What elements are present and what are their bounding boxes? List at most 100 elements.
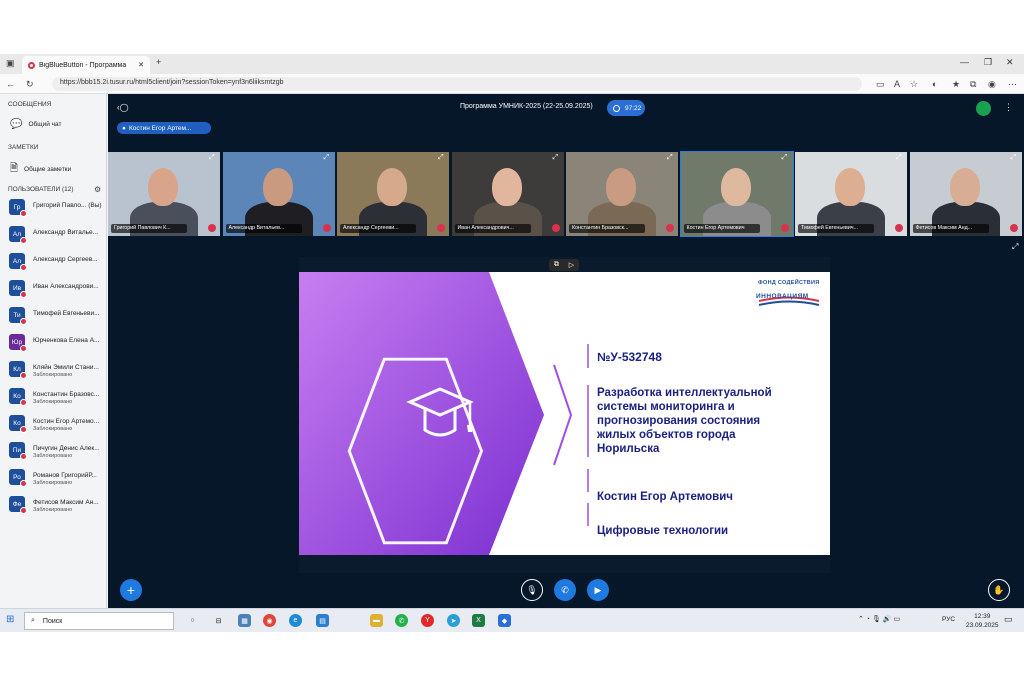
connection-status-icon[interactable] [976,101,991,116]
expand-video-icon[interactable]: ⤢ [896,154,904,162]
toggle-users-list-icon[interactable]: ‹◯ [117,103,129,112]
leave-audio-button[interactable]: ✆ [554,579,576,601]
shared-notes-item[interactable]: 🗎 Общие заметки [10,161,71,178]
excel-icon[interactable]: X [472,614,485,627]
muted-mic-icon [20,453,27,460]
browser-menu-icon[interactable]: ⋯ [1008,79,1017,90]
favorites-icon[interactable]: ★ [952,79,960,90]
refresh-icon[interactable]: ↻ [26,79,34,90]
expand-video-icon[interactable]: ⤢ [324,154,332,162]
user-name: Фетисов Максим Ан... [33,499,99,506]
browser-tab-active[interactable]: BigBlueButton - Программа ✕ [22,56,150,74]
video-tile[interactable]: ⤢ Константин Бразовск... [566,152,678,236]
app-icon[interactable]: ◆ [498,614,511,627]
muted-mic-icon [20,345,27,352]
notifications-icon[interactable]: ▭ [1004,614,1013,625]
widgets-icon[interactable]: ⊟ [212,614,225,627]
expand-video-icon[interactable]: ⤢ [438,154,446,162]
calculator-icon[interactable]: ▦ [238,614,251,627]
user-status: Заблокировано [33,480,73,486]
video-tile[interactable]: ⤢ Фетисов Максим Анд... [909,152,1022,236]
user-list-item[interactable]: Фе Фетисов Максим Ан... Заблокировано [9,494,105,516]
user-list-item[interactable]: Ал Александр Сергеев... [9,251,105,273]
unmute-button[interactable]: 🎙 [521,579,543,601]
user-name: Кляйн Эмили Стани... [33,364,99,371]
user-name: Григорий Павло... (Вы) [33,202,102,209]
meeting-timer[interactable]: 97:22 [607,100,645,116]
sidebar: СООБЩЕНИЯ 💬 Общий чат ЗАМЕТКИ 🗎 Общие за… [0,94,107,608]
slide-project-number: №У-532748 [597,350,662,364]
user-list-item[interactable]: Ко Костин Егор Артемо... Заблокировано [9,413,105,435]
expand-video-icon[interactable]: ⤢ [667,154,675,162]
maximize-icon[interactable]: ❐ [984,57,992,68]
options-menu-icon[interactable]: ⋮ [1004,102,1013,113]
windows-start-icon[interactable]: ⊞ [6,614,14,625]
actions-plus-button[interactable]: + [120,579,142,601]
user-list-item[interactable]: Юр Юрченкова Елена А... [9,332,105,354]
share-webcam-button[interactable]: ▶ [587,579,609,601]
fund-logo-line2: ИННОВАЦИЯМ [756,293,809,300]
muted-mic-icon [437,224,445,232]
taskbar-search[interactable]: ⌕ Поиск [24,612,174,630]
taskbar-clock[interactable]: 12:39 23.09.2025 [966,612,999,630]
new-tab-icon[interactable]: + [156,57,161,67]
user-list-item[interactable]: Гр Григорий Павло... (Вы) [9,197,105,219]
profile-icon[interactable]: ◉ [988,79,996,90]
presentation-toolbar[interactable]: ⧉ ▷ [549,259,579,271]
video-tile[interactable]: ⤢ Тимофей Евгеньевич... [795,152,907,236]
video-tile[interactable]: ⤢ Александр Витальев... [222,152,335,236]
expand-video-icon[interactable]: ⤢ [1011,154,1019,162]
sidebar-toggle-icon[interactable]: ▣ [6,58,15,69]
snapshot-icon[interactable]: ▷ [569,261,574,269]
user-status: Заблокировано [33,399,73,405]
user-list-item[interactable]: Ко Константин Бразовс... Заблокировано [9,386,105,408]
fullscreen-icon[interactable]: ⤢ [1012,242,1018,252]
user-list-item[interactable]: Ти Тимофей Евгеньеви... [9,305,105,327]
raise-hand-button[interactable]: ✋ [988,579,1010,601]
public-chat-item[interactable]: 💬 Общий чат [10,119,61,130]
collections-icon[interactable]: ⧉ [970,79,976,90]
user-list-item[interactable]: Ро Романов ГригорийР... Заблокировано [9,467,105,489]
user-list-item[interactable]: Кл Кляйн Эмили Стани... Заблокировано [9,359,105,381]
expand-video-icon[interactable]: ⤢ [553,154,561,162]
notes-icon: 🗎 [10,163,19,174]
video-tile[interactable]: ⤢ Григорий Павлович К... [108,152,220,236]
whatsapp-icon[interactable]: ✆ [395,614,408,627]
telegram-icon[interactable]: ➤ [447,614,460,627]
expand-video-icon[interactable]: ⤢ [782,154,790,162]
expand-video-icon[interactable]: ⤢ [209,154,217,162]
task-view-icon[interactable]: ○ [186,614,199,627]
participant-face [949,168,980,206]
url-field[interactable]: https://bbb15.2i.tusur.ru/html5client/jo… [52,77,862,91]
presenter-pill[interactable]: ● Костин Егор Артем... [117,122,211,134]
edge-icon[interactable]: e [289,614,302,627]
tray-icons[interactable]: ⌃ ◔ 🎙 🔊 ▭ [858,615,900,623]
video-tile[interactable]: ⤢ Александр Сергееви... [337,152,449,236]
slide-project-title: Разработка интеллектуальной системы мони… [597,386,772,456]
minimize-icon[interactable]: — [960,57,969,67]
user-list-item[interactable]: Ал Александр Виталье... [9,224,105,246]
read-aloud-icon[interactable]: A [894,79,900,89]
language-indicator[interactable]: РУС [942,616,955,623]
project-title-line: прогнозирования состояния [597,415,761,427]
minimize-presentation-icon[interactable]: ⧉ [554,261,559,269]
extensions-icon[interactable]: ◐ [932,79,937,89]
users-settings-gear-icon[interactable]: ⚙ [94,185,101,194]
chrome-icon[interactable]: ◉ [263,614,276,627]
file-explorer-icon[interactable]: ▬ [370,614,383,627]
user-status: Заблокировано [33,453,73,459]
video-tile[interactable]: ⤢ Костин Егор Артемович [679,151,794,237]
timer-value: 97:22 [625,104,642,112]
close-tab-icon[interactable]: ✕ [138,61,144,69]
calendar-app-icon[interactable]: ▤ [316,614,329,627]
yandex-icon[interactable]: Y [421,614,434,627]
video-tile[interactable]: ⤢ Иван Александрович... [451,152,564,236]
back-icon[interactable]: ← [6,79,15,89]
cast-icon[interactable]: ▭ [876,79,885,90]
user-list-item[interactable]: Пи Пичугин Денис Алек... Заблокировано [9,440,105,462]
close-window-icon[interactable]: ✕ [1006,57,1014,68]
favorite-star-icon[interactable]: ☆ [910,79,918,90]
user-status: Заблокировано [33,372,73,378]
user-list-item[interactable]: Ив Иван Александрови... [9,278,105,300]
desktop-screen: ▣ BigBlueButton - Программа ✕ + — ❐ ✕ ← … [0,54,1024,632]
